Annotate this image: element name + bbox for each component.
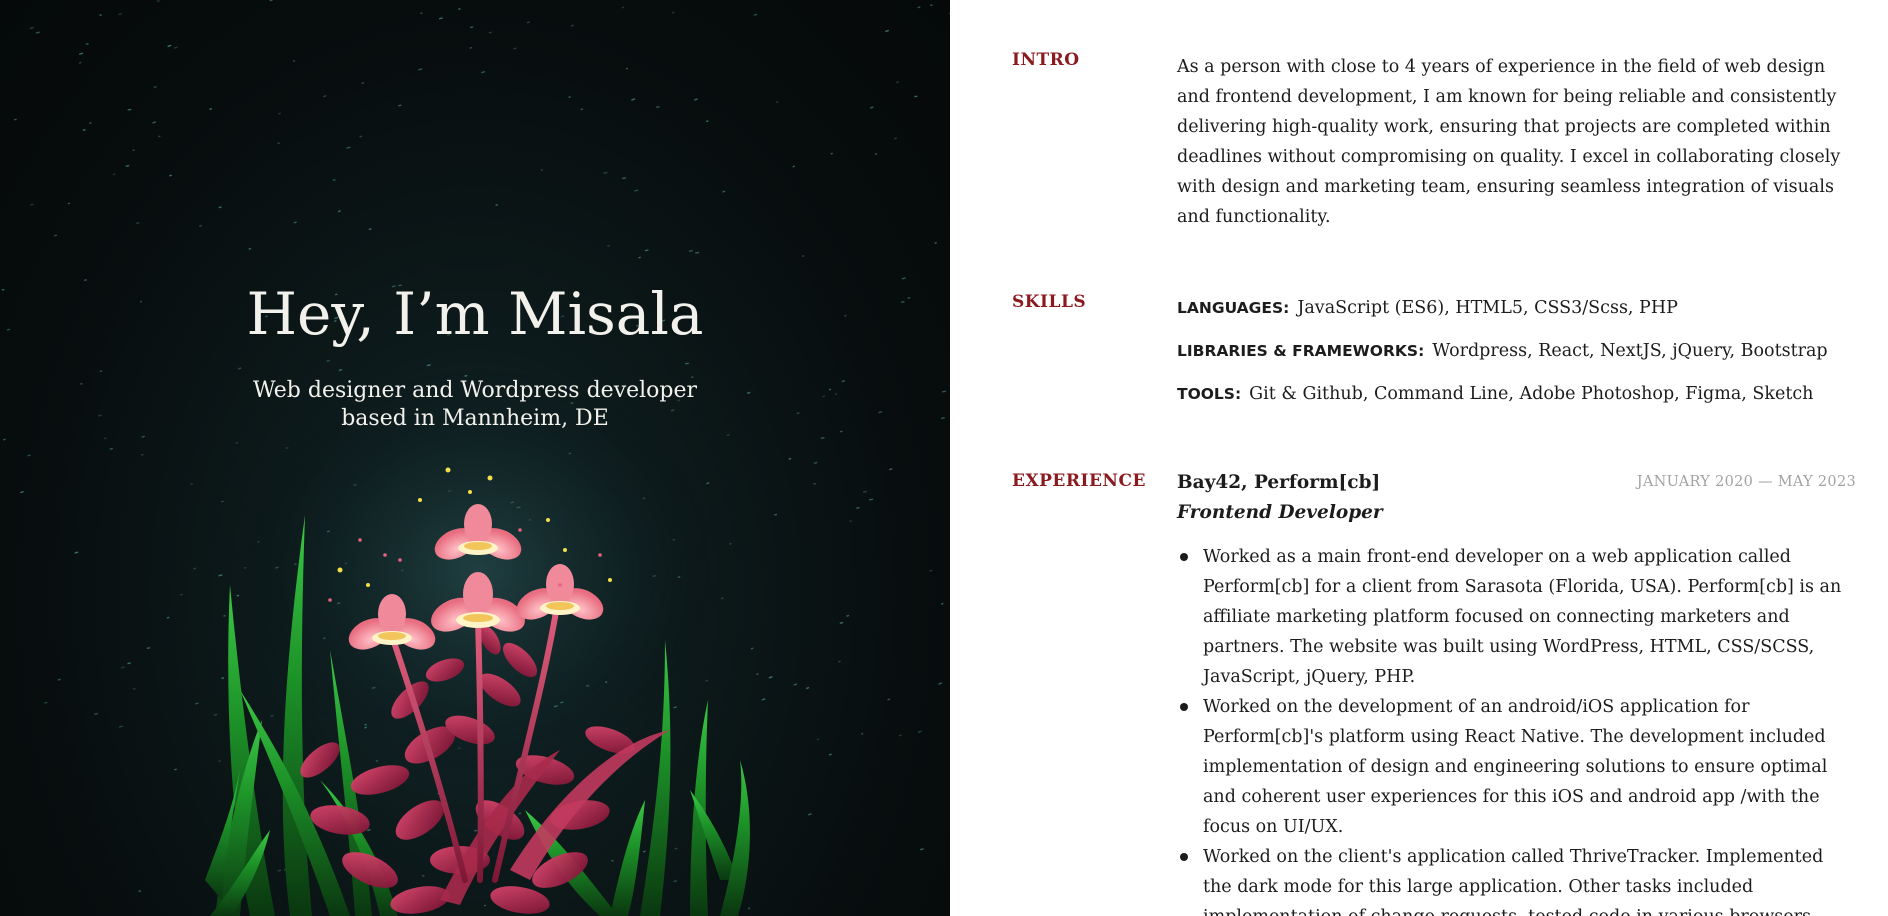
hero-panel: Hey, I’m Misala Web designer and Wordpre… (0, 0, 950, 916)
bullet-icon (1180, 553, 1188, 561)
skill-key: TOOLS: (1177, 385, 1242, 403)
skill-value: JavaScript (ES6), HTML5, CSS3/Scss, PHP (1297, 298, 1678, 318)
skills-heading: SKILLS (1012, 292, 1087, 312)
job-role: Frontend Developer (1177, 502, 1383, 523)
skill-key: LANGUAGES: (1177, 299, 1290, 317)
hero-illustration (1, 0, 950, 916)
skill-value: Wordpress, React, NextJS, jQuery, Bootst… (1432, 341, 1828, 361)
intro-text: As a person with close to 4 years of exp… (1177, 57, 1841, 227)
skill-value: Git & Github, Command Line, Adobe Photos… (1249, 384, 1814, 404)
bullet-text: Worked as a main front-end developer on … (1203, 547, 1842, 687)
job-company: Bay42, Perform[cb] (1177, 472, 1381, 493)
resume-content: INTRO As a person with close to 4 years … (950, 0, 1888, 916)
skill-row-tools: TOOLS: Git & Github, Command Line, Adobe … (1177, 382, 1857, 406)
list-item: Worked on the client's application calle… (1177, 842, 1857, 916)
experience-heading: EXPERIENCE (1012, 471, 1146, 491)
bullet-icon (1180, 703, 1188, 711)
skill-row-libraries: LIBRARIES & FRAMEWORKS: Wordpress, React,… (1177, 339, 1857, 363)
hero-subtitle: Web designer and Wordpress developer bas… (252, 378, 698, 431)
job-bullets: Worked as a main front-end developer on … (1177, 542, 1857, 916)
skill-key: LIBRARIES & FRAMEWORKS: (1177, 342, 1425, 360)
page: Hey, I’m Misala Web designer and Wordpre… (0, 0, 1888, 916)
list-item: Worked on the development of an android/… (1177, 692, 1857, 842)
skill-row-languages: LANGUAGES: JavaScript (ES6), HTML5, CSS3/… (1177, 296, 1857, 320)
bullet-text: Worked on the client's application calle… (1203, 847, 1824, 916)
intro-heading: INTRO (1012, 50, 1080, 70)
list-item: Worked as a main front-end developer on … (1177, 542, 1857, 692)
job-dates: JANUARY 2020 — MAY 2023 (1636, 474, 1856, 490)
bullet-text: Worked on the development of an android/… (1203, 697, 1828, 837)
bullet-icon (1180, 853, 1188, 861)
hero-title: Hey, I’m Misala (246, 280, 704, 348)
